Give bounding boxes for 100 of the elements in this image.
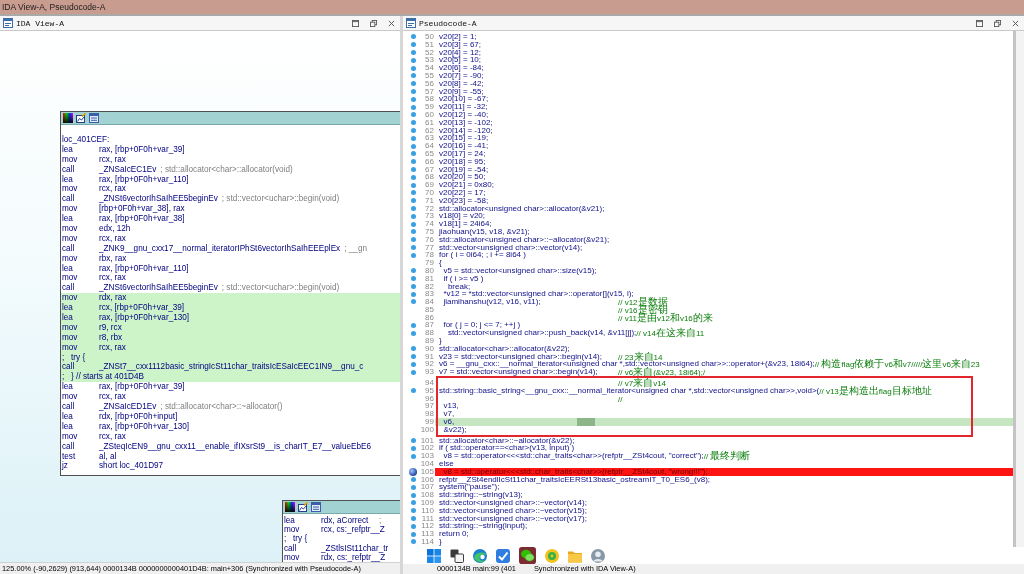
- line-number: 106: [420, 475, 434, 484]
- dot-icon[interactable]: [411, 151, 416, 157]
- dot-icon[interactable]: [411, 516, 416, 521]
- chart-pencil-icon[interactable]: [76, 113, 86, 123]
- dot-icon[interactable]: [411, 322, 416, 328]
- dot-icon[interactable]: [411, 453, 416, 459]
- color-gradient-icon[interactable]: [63, 113, 73, 123]
- line-number: 84: [425, 298, 434, 306]
- dot-icon[interactable]: [411, 268, 416, 274]
- line-number: 58: [425, 95, 434, 104]
- dot-icon[interactable]: [411, 291, 416, 297]
- dot-icon[interactable]: [411, 523, 416, 529]
- dot-icon[interactable]: [411, 42, 416, 48]
- dot-icon[interactable]: [411, 120, 416, 126]
- line-number: 92: [425, 360, 434, 369]
- dot-icon[interactable]: [411, 484, 416, 490]
- line-number: 55: [425, 72, 434, 80]
- dot-icon[interactable]: [411, 213, 416, 219]
- dot-icon[interactable]: [411, 174, 416, 180]
- dot-icon[interactable]: [411, 182, 416, 188]
- asm-mnemonic: lea: [62, 303, 73, 313]
- chat-bubbles-icon[interactable]: [519, 547, 536, 564]
- restore-icon[interactable]: [994, 19, 1001, 27]
- dot-icon[interactable]: [411, 244, 416, 250]
- dot-icon[interactable]: [411, 190, 416, 196]
- line-number: 50: [425, 33, 434, 41]
- dot-icon[interactable]: [411, 81, 416, 87]
- code-text: }: [439, 336, 442, 346]
- dot-icon[interactable]: [411, 508, 416, 514]
- dot-icon[interactable]: [411, 166, 416, 172]
- dot-icon[interactable]: [411, 369, 416, 375]
- dot-icon[interactable]: [411, 330, 416, 336]
- asm-mnemonic: lea: [62, 313, 73, 323]
- dot-icon[interactable]: [411, 57, 416, 63]
- vertical-scrollbar[interactable]: [1013, 31, 1024, 547]
- line-number: 80: [425, 266, 434, 275]
- line-number: 87: [425, 321, 434, 330]
- avatar-icon[interactable]: [591, 548, 605, 563]
- dot-icon[interactable]: [411, 221, 416, 227]
- window-list-icon[interactable]: [311, 502, 321, 512]
- line-number: 104: [420, 460, 434, 468]
- line-number: 59: [425, 103, 434, 111]
- dot-icon[interactable]: [411, 135, 416, 141]
- dot-icon[interactable]: [411, 88, 416, 94]
- close-icon[interactable]: [388, 19, 395, 27]
- dot-icon[interactable]: [411, 112, 416, 118]
- dot-icon[interactable]: [411, 73, 416, 79]
- dot-icon[interactable]: [411, 283, 416, 289]
- restore-icon[interactable]: [370, 19, 377, 27]
- asm-mnemonic: mov: [284, 525, 300, 535]
- dot-icon[interactable]: [411, 143, 416, 149]
- chart-pencil-icon[interactable]: [298, 502, 308, 512]
- dot-icon[interactable]: [411, 252, 416, 258]
- swirl-icon[interactable]: [473, 548, 487, 563]
- pane-title[interactable]: IDA View-A: [16, 18, 64, 28]
- dot-icon[interactable]: [411, 276, 416, 282]
- dot-icon[interactable]: [411, 361, 416, 367]
- code-comment: //: [618, 394, 623, 403]
- dot-icon[interactable]: [411, 96, 416, 102]
- breakpoint-dot-icon[interactable]: [409, 467, 417, 476]
- maximize-icon[interactable]: [352, 19, 359, 27]
- dot-icon[interactable]: [411, 237, 416, 243]
- dot-icon[interactable]: [411, 388, 416, 394]
- disc-icon[interactable]: [545, 548, 559, 563]
- dot-icon[interactable]: [411, 492, 416, 498]
- dot-icon[interactable]: [411, 205, 416, 211]
- dot-icon[interactable]: [411, 438, 416, 444]
- dot-icon[interactable]: [411, 65, 416, 71]
- close-icon[interactable]: [1012, 19, 1019, 27]
- line-number: 94: [425, 379, 434, 387]
- window-list-icon[interactable]: [89, 113, 99, 123]
- four-squares-icon[interactable]: [427, 548, 441, 563]
- asm-mnemonic: mov: [62, 233, 78, 243]
- maximize-icon[interactable]: [976, 19, 983, 27]
- dot-icon[interactable]: [411, 445, 416, 451]
- asm-operands: _ZSteqIcEN9__gnu_cxx11__enable_ifIXsrSt9__is_charIT_E7__valueEbE6: [99, 441, 372, 451]
- dot-icon[interactable]: [411, 127, 416, 133]
- line-number: 82: [425, 282, 434, 291]
- check-tile-icon[interactable]: [496, 548, 510, 563]
- dot-icon[interactable]: [411, 346, 416, 352]
- dot-icon[interactable]: [411, 354, 416, 360]
- pane-title[interactable]: Pseudocode-A: [419, 18, 477, 28]
- dot-icon[interactable]: [411, 299, 416, 305]
- asm-mnemonic: mov: [62, 184, 78, 194]
- line-number: 81: [425, 274, 434, 283]
- overlapping-squares-icon[interactable]: [450, 548, 464, 563]
- dot-icon[interactable]: [411, 500, 416, 506]
- dot-icon[interactable]: [411, 50, 416, 55]
- code-text: v8 = std::operator<<<std::char_traits<char>>(refptr__ZSt4cout, "correct");: [442, 451, 704, 461]
- dot-icon[interactable]: [411, 539, 416, 545]
- dot-icon[interactable]: [411, 477, 416, 482]
- dot-icon[interactable]: [411, 229, 416, 235]
- dot-icon[interactable]: [411, 531, 416, 537]
- dot-icon[interactable]: [411, 34, 416, 40]
- dot-icon[interactable]: [411, 104, 416, 110]
- dot-icon[interactable]: [411, 159, 416, 165]
- color-gradient-icon[interactable]: [285, 502, 295, 512]
- line-number: 108: [420, 491, 434, 499]
- dot-icon[interactable]: [411, 198, 416, 204]
- asm-mnemonic: mov: [62, 293, 78, 303]
